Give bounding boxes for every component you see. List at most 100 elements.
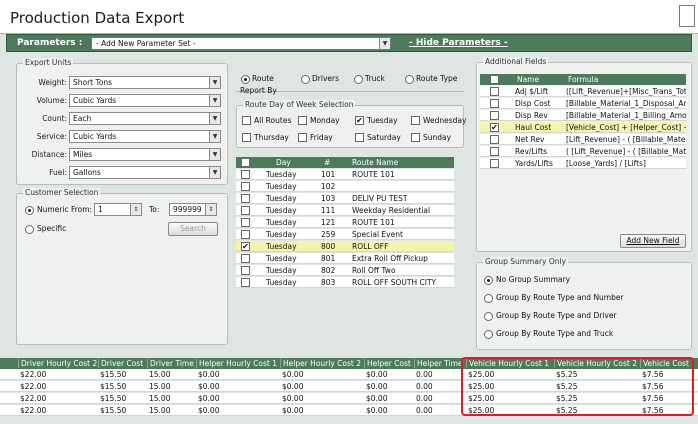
field-checkbox[interactable] (490, 159, 499, 168)
field-checkbox[interactable] (490, 99, 499, 108)
day-checkbox[interactable]: ✔ (355, 116, 364, 125)
to-input[interactable]: 999999 ⇕ (169, 203, 217, 216)
day-checkbox[interactable] (298, 116, 307, 125)
field-row[interactable]: Adj $/Lift ([Lift_Revenue]+[Misc_Trans_To… (480, 86, 686, 97)
route-row[interactable]: Tuesday 111 Weekday Residential (236, 205, 454, 216)
unit-value: Each (73, 114, 92, 123)
results-header[interactable]: Helper Hourly Cost 2 (280, 359, 361, 368)
results-cell: $0.00 (198, 382, 220, 391)
day-checkbox[interactable] (242, 133, 251, 142)
unit-select[interactable]: Short Tons ▼ (69, 76, 221, 89)
results-header[interactable]: Driver Cost (98, 359, 143, 368)
field-row[interactable]: Rev/Lifts ( [Lift_Revenue] - ( [Billable_… (480, 146, 686, 157)
route-checkbox[interactable] (241, 218, 250, 227)
unit-select[interactable]: Cubic Yards ▼ (69, 94, 221, 107)
group-summary-radio[interactable] (484, 330, 493, 339)
chevron-down-icon[interactable]: ▼ (379, 38, 390, 49)
unit-select[interactable]: Miles ▼ (69, 148, 221, 161)
route-row[interactable]: Tuesday 121 ROUTE 101 (236, 217, 454, 228)
route-checkbox[interactable] (241, 194, 250, 203)
results-header[interactable]: Helper Time (414, 359, 463, 368)
chevron-down-icon[interactable]: ▼ (209, 113, 220, 124)
results-cell: $15.50 (100, 406, 127, 415)
route-checkbox[interactable] (241, 278, 250, 287)
unit-select[interactable]: Gallons ▼ (69, 166, 221, 179)
report-by-option-label: Route (252, 74, 274, 83)
field-row[interactable]: ✔ Haul Cost [Vehicle_Cost] + [Helper_Cost]… (480, 122, 686, 133)
route-row[interactable]: Tuesday 803 ROLL OFF SOUTH CITY (236, 277, 454, 288)
search-button[interactable]: Search (168, 222, 218, 236)
report-by-radio[interactable] (301, 75, 310, 84)
chevron-down-icon[interactable]: ▼ (209, 77, 220, 88)
route-row[interactable]: Tuesday 259 Special Event (236, 229, 454, 240)
field-formula: [Billable_Material_1_Disposal_Am (566, 99, 686, 108)
numeric-from-radio[interactable] (25, 206, 34, 215)
report-by-radio[interactable] (354, 75, 363, 84)
route-checkbox[interactable]: ✔ (241, 242, 250, 251)
field-formula: ([Lift_Revenue]+[Misc_Trans_Tot (566, 87, 686, 96)
route-checkbox[interactable] (241, 182, 250, 191)
add-new-field-button[interactable]: Add New Field (620, 234, 686, 248)
group-summary-radio[interactable] (484, 276, 493, 285)
day-checkbox[interactable] (242, 116, 251, 125)
group-summary-panel: Group Summary Only No Group Summary Group… (476, 257, 692, 350)
spinner-icon[interactable]: ⇕ (205, 204, 216, 215)
route-number: 101 (321, 170, 336, 179)
field-row[interactable]: Yards/Lifts [Loose_Yards] / [Lifts] (480, 158, 686, 169)
route-checkbox[interactable] (241, 230, 250, 239)
day-checkbox[interactable] (411, 116, 420, 125)
route-row[interactable]: Tuesday 801 Extra Roll Off Pickup (236, 253, 454, 264)
day-checkbox[interactable] (411, 133, 420, 142)
chevron-down-icon[interactable]: ▼ (209, 167, 220, 178)
unit-select[interactable]: Each ▼ (69, 112, 221, 125)
route-row[interactable]: ✔ Tuesday 800 ROLL OFF (236, 241, 454, 252)
route-row[interactable]: Tuesday 103 DELIV PU TEST (236, 193, 454, 204)
unit-select[interactable]: Cubic Yards ▼ (69, 130, 221, 143)
parameter-set-select[interactable]: - Add New Parameter Set - ▼ (91, 37, 391, 50)
day-checkbox[interactable] (355, 133, 364, 142)
route-row[interactable]: Tuesday 802 Roll Off Two (236, 265, 454, 276)
field-row[interactable]: Net Rev [Lift_Revenue] - ( [Billable_Mate… (480, 134, 686, 145)
results-cell: $22.00 (20, 406, 47, 415)
group-summary-radio[interactable] (484, 294, 493, 303)
select-all-fields-checkbox[interactable] (490, 75, 499, 84)
chevron-down-icon[interactable]: ▼ (209, 131, 220, 142)
route-checkbox[interactable] (241, 254, 250, 263)
route-name: Weekday Residential (352, 206, 431, 215)
field-checkbox[interactable] (490, 135, 499, 144)
route-checkbox[interactable] (241, 266, 250, 275)
day-label: Monday (310, 116, 340, 125)
field-checkbox[interactable] (490, 87, 499, 96)
route-row[interactable]: Tuesday 102 (236, 181, 454, 192)
field-row[interactable]: Disp Rev [Billable_Material_1_Billing_Amo… (480, 110, 686, 121)
chevron-down-icon[interactable]: ▼ (209, 149, 220, 160)
results-header[interactable]: Helper Hourly Cost 1 (196, 359, 277, 368)
report-by-radio[interactable] (405, 75, 414, 84)
select-all-routes-checkbox[interactable] (241, 158, 250, 167)
field-checkbox[interactable] (490, 111, 499, 120)
report-by-radio[interactable] (241, 75, 250, 84)
day-label: Thursday (254, 133, 289, 142)
chevron-down-icon[interactable]: ▼ (209, 95, 220, 106)
results-header[interactable]: Driver Time (147, 359, 194, 368)
route-checkbox[interactable] (241, 206, 250, 215)
results-header[interactable]: Driver Hourly Cost 2 (18, 359, 97, 368)
field-checkbox[interactable] (490, 147, 499, 156)
route-number: 803 (321, 278, 336, 287)
results-header[interactable]: Helper Cost (364, 359, 411, 368)
spinner-icon[interactable]: ⇕ (130, 204, 141, 215)
window-button[interactable] (679, 5, 695, 27)
route-checkbox[interactable] (241, 170, 250, 179)
unit-label: Fuel: (49, 168, 67, 177)
results-cell: $0.00 (198, 370, 220, 379)
day-checkbox[interactable] (298, 133, 307, 142)
unit-label: Weight: (38, 78, 67, 87)
field-checkbox[interactable]: ✔ (490, 123, 499, 132)
field-row[interactable]: Disp Cost [Billable_Material_1_Disposal_A… (480, 98, 686, 109)
group-summary-radio[interactable] (484, 312, 493, 321)
numeric-from-input[interactable]: 1 ⇕ (94, 203, 142, 216)
specific-radio[interactable] (25, 225, 34, 234)
route-number: 103 (321, 194, 336, 203)
route-row[interactable]: Tuesday 101 ROUTE 101 (236, 169, 454, 180)
hide-parameters-link[interactable]: - Hide Parameters - (409, 38, 508, 48)
